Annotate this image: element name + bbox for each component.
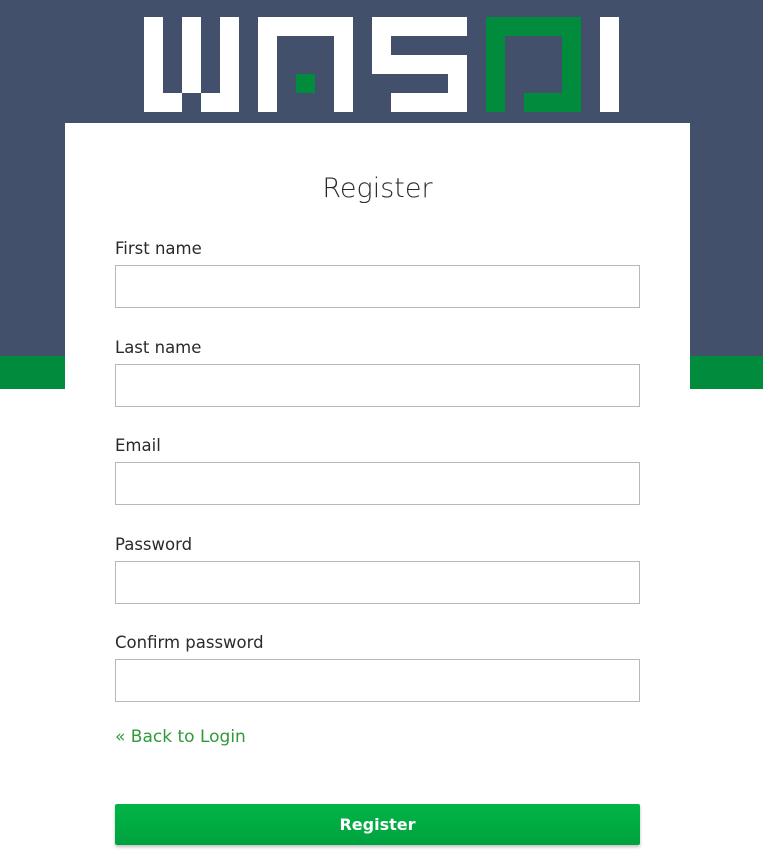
back-to-login-link[interactable]: « Back to Login — [115, 727, 246, 747]
page-title: Register — [322, 173, 433, 204]
register-button[interactable]: Register — [115, 804, 640, 845]
first-name-input[interactable] — [115, 265, 640, 308]
last-name-label: Last name — [115, 338, 202, 357]
register-card: Register First name Last name Email Pass… — [65, 123, 690, 863]
email-label: Email — [115, 436, 161, 455]
password-input[interactable] — [115, 561, 640, 604]
password-label: Password — [115, 535, 193, 554]
email-input[interactable] — [115, 462, 640, 505]
first-name-label: First name — [115, 239, 202, 258]
confirm-password-input[interactable] — [115, 659, 640, 702]
last-name-input[interactable] — [115, 364, 640, 407]
wasdi-logo — [144, 17, 619, 112]
confirm-password-label: Confirm password — [115, 633, 264, 652]
